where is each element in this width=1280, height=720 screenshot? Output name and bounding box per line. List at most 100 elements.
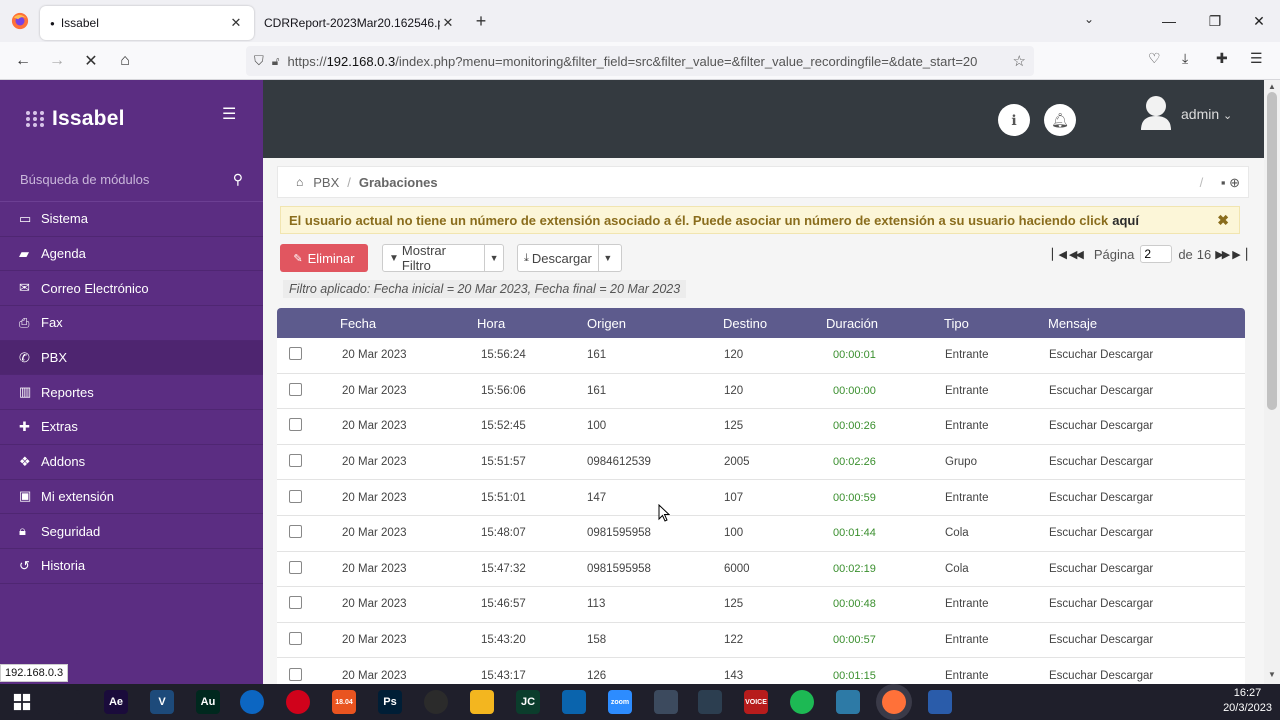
tab-issabel[interactable]: ● Issabel ✕ bbox=[40, 6, 254, 40]
chevron-down-icon[interactable]: ▼ bbox=[485, 253, 503, 263]
close-window-icon[interactable]: ✕ bbox=[1236, 0, 1280, 42]
windows-start-icon[interactable] bbox=[10, 690, 34, 714]
close-tab-icon[interactable]: ✕ bbox=[228, 15, 244, 31]
row-checkbox[interactable] bbox=[289, 418, 302, 432]
listen-link[interactable]: Escuchar bbox=[1049, 492, 1097, 504]
bookmark-star-icon[interactable]: ☆ bbox=[1013, 52, 1026, 70]
download-recording-link[interactable]: Descargar bbox=[1100, 563, 1153, 575]
sidebar-item-sistema[interactable]: ▭ Sistema bbox=[0, 202, 263, 237]
note-icon[interactable]: ▪ bbox=[1221, 175, 1226, 190]
file-explorer-icon[interactable] bbox=[470, 690, 494, 714]
shield-icon[interactable]: ⛉ bbox=[254, 53, 264, 69]
listen-link[interactable]: Escuchar bbox=[1049, 420, 1097, 432]
download-button[interactable]: ⤓ Descargar bbox=[518, 245, 599, 271]
listen-link[interactable]: Escuchar bbox=[1049, 456, 1097, 468]
bell-icon[interactable]: 🔔︎ bbox=[1044, 104, 1076, 136]
column-header-duracion[interactable]: Duración bbox=[826, 316, 944, 331]
alert-link[interactable]: aquí bbox=[1112, 213, 1139, 228]
system-clock[interactable]: 16:27 20/3/2023 bbox=[1223, 686, 1272, 716]
delete-button[interactable]: ✎ Eliminar bbox=[280, 244, 368, 272]
sidebar-item-fax[interactable]: ⎙ Fax bbox=[0, 306, 263, 341]
download-icon[interactable]: ⤓ bbox=[1182, 50, 1188, 67]
restore-icon[interactable]: ❐ bbox=[1192, 0, 1238, 42]
row-checkbox[interactable] bbox=[289, 489, 302, 503]
firefox-logo-icon[interactable] bbox=[0, 0, 40, 42]
listen-link[interactable]: Escuchar bbox=[1049, 349, 1097, 361]
first-page-icon[interactable]: ▏◀ bbox=[1052, 248, 1067, 261]
previous-page-icon[interactable]: ◀◀ bbox=[1069, 248, 1084, 261]
voicemeeter-icon[interactable]: VOICE bbox=[744, 690, 768, 714]
hamburger-menu-icon[interactable]: ☰ bbox=[222, 104, 236, 124]
sidebar-item-addons[interactable]: ❖ Addons bbox=[0, 445, 263, 480]
opera-icon[interactable] bbox=[286, 690, 310, 714]
sidebar-item-mi-extension[interactable]: ▣ Mi extensión bbox=[0, 480, 263, 515]
zoom-icon[interactable]: zoom bbox=[608, 690, 632, 714]
listen-link[interactable]: Escuchar bbox=[1049, 527, 1097, 539]
row-checkbox[interactable] bbox=[289, 382, 302, 396]
column-header-hora[interactable]: Hora bbox=[477, 316, 587, 331]
scroll-up-icon[interactable]: ▲ bbox=[1268, 82, 1276, 91]
module-search[interactable]: Búsqueda de módulos ⚲ bbox=[0, 158, 263, 202]
column-header-destino[interactable]: Destino bbox=[723, 316, 826, 331]
download-recording-link[interactable]: Descargar bbox=[1100, 385, 1153, 397]
outlook-icon[interactable] bbox=[562, 690, 586, 714]
edge-icon[interactable] bbox=[240, 690, 264, 714]
download-recording-link[interactable]: Descargar bbox=[1100, 456, 1153, 468]
scroll-thumb[interactable] bbox=[1267, 92, 1277, 410]
document-app-icon[interactable] bbox=[654, 690, 678, 714]
virtualbox-icon[interactable] bbox=[698, 690, 722, 714]
powershell-icon[interactable] bbox=[928, 690, 952, 714]
row-checkbox[interactable] bbox=[289, 596, 302, 610]
task-view-icon[interactable] bbox=[56, 690, 80, 714]
row-checkbox[interactable] bbox=[289, 525, 302, 539]
listen-link[interactable]: Escuchar bbox=[1049, 670, 1097, 682]
column-header-origen[interactable]: Origen bbox=[587, 316, 723, 331]
back-arrow-icon[interactable]: ← bbox=[6, 46, 40, 76]
ubuntu-app-icon[interactable]: 18.04 bbox=[332, 690, 356, 714]
pocket-icon[interactable]: ♡ bbox=[1148, 50, 1161, 67]
home-icon[interactable]: ⌂ bbox=[108, 46, 142, 76]
close-tab-icon[interactable]: ✕ bbox=[440, 15, 456, 31]
row-checkbox[interactable] bbox=[289, 560, 302, 574]
last-page-icon[interactable]: ▶▕ bbox=[1232, 248, 1247, 261]
module-search-input[interactable]: Búsqueda de módulos bbox=[20, 172, 233, 187]
chevron-down-icon[interactable]: ⌄ bbox=[1084, 12, 1094, 26]
download-recording-link[interactable]: Descargar bbox=[1100, 527, 1153, 539]
sidebar-item-seguridad[interactable]: 🔒︎ Seguridad bbox=[0, 514, 263, 549]
listen-link[interactable]: Escuchar bbox=[1049, 385, 1097, 397]
download-recording-link[interactable]: Descargar bbox=[1100, 598, 1153, 610]
sidebar-item-historia[interactable]: ↺ Historia bbox=[0, 549, 263, 584]
tab-cdr-report[interactable]: CDRReport-2023Mar20.162546.pdf ✕ bbox=[254, 6, 466, 40]
audition-icon[interactable]: Au bbox=[196, 690, 220, 714]
sidebar-item-pbx[interactable]: ✆ PBX bbox=[0, 340, 263, 376]
download-recording-link[interactable]: Descargar bbox=[1100, 492, 1153, 504]
sidebar-item-correo[interactable]: ✉ Correo Electrónico bbox=[0, 271, 263, 307]
sidebar-item-extras[interactable]: ✚ Extras bbox=[0, 410, 263, 445]
column-header-fecha[interactable]: Fecha bbox=[337, 316, 477, 331]
download-recording-link[interactable]: Descargar bbox=[1100, 634, 1153, 646]
info-icon[interactable]: ℹ bbox=[998, 104, 1030, 136]
listen-link[interactable]: Escuchar bbox=[1049, 563, 1097, 575]
download-recording-link[interactable]: Descargar bbox=[1100, 670, 1153, 682]
url-bar[interactable]: ⛉ 🔓︎ https://192.168.0.3/index.php?menu=… bbox=[246, 46, 1034, 76]
sidebar-item-agenda[interactable]: ▰ Agenda bbox=[0, 237, 263, 272]
url-text[interactable]: https://192.168.0.3/index.php?menu=monit… bbox=[288, 54, 1013, 69]
avatar[interactable] bbox=[1139, 94, 1173, 130]
forward-arrow-icon[interactable]: → bbox=[40, 46, 74, 76]
page-scrollbar[interactable]: ▲ ▼ bbox=[1264, 80, 1280, 684]
scroll-down-icon[interactable]: ▼ bbox=[1268, 670, 1276, 679]
show-filter-button[interactable]: ▼ Mostrar Filtro bbox=[383, 243, 486, 273]
home-icon[interactable]: ⌂ bbox=[296, 175, 303, 189]
listen-link[interactable]: Escuchar bbox=[1049, 634, 1097, 646]
listen-link[interactable]: Escuchar bbox=[1049, 598, 1097, 610]
minimize-icon[interactable]: — bbox=[1146, 0, 1192, 42]
help-icon[interactable]: ⊕ bbox=[1229, 175, 1240, 190]
next-page-icon[interactable]: ▶▶ bbox=[1215, 248, 1230, 261]
download-recording-link[interactable]: Descargar bbox=[1100, 349, 1153, 361]
menu-icon[interactable]: ☰ bbox=[1250, 50, 1263, 67]
lock-warning-icon[interactable]: 🔓︎ bbox=[272, 54, 280, 69]
row-checkbox[interactable] bbox=[289, 632, 302, 646]
chevron-down-icon[interactable]: ▼ bbox=[599, 253, 617, 263]
column-header-tipo[interactable]: Tipo bbox=[944, 316, 1048, 331]
search-icon[interactable]: ⚲ bbox=[233, 171, 243, 188]
